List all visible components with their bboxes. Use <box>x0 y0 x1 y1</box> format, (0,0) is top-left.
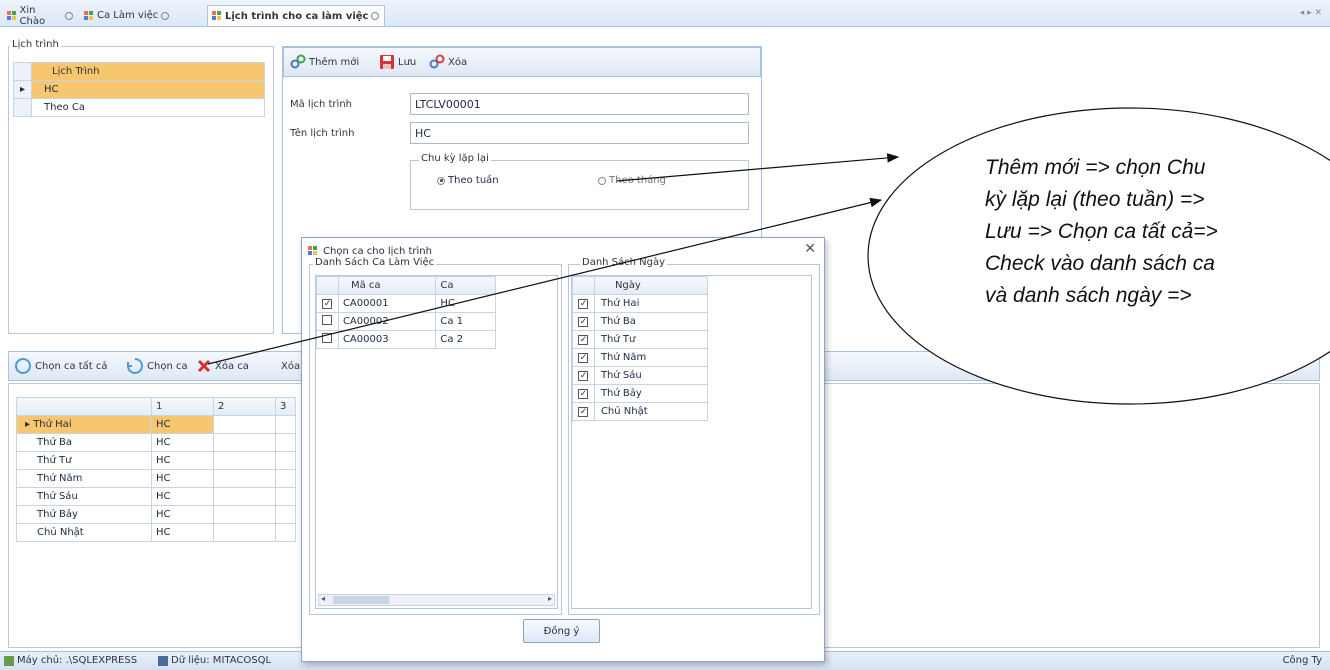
callout-line-3: Lưu => Chọn ca tất cả=> <box>985 220 1218 243</box>
annotation-arrow-upper <box>616 153 900 182</box>
callout-text: Thêm mới => chọn Chu kỳ lặp lại (theo tu… <box>985 152 1330 342</box>
callout-line-2: kỳ lặp lại (theo tuần) => <box>985 188 1205 211</box>
annotation-arrow-lower <box>207 197 883 365</box>
callout-line-4: Check vào danh sách ca <box>985 252 1215 275</box>
callout-line-5: và danh sách ngày => <box>985 284 1192 307</box>
callout-line-1: Thêm mới => chọn Chu <box>985 156 1206 179</box>
